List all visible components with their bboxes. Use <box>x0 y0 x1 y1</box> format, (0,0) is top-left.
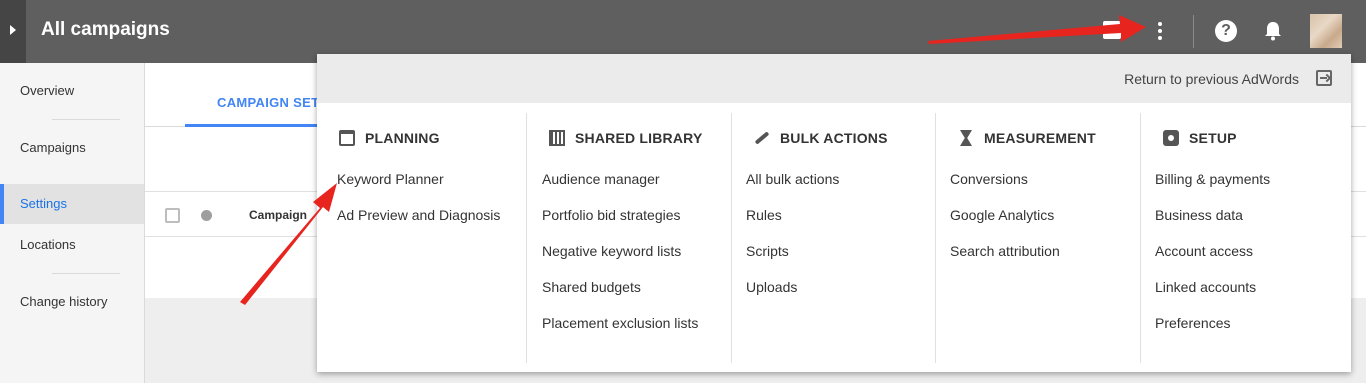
sidebar-item-locations[interactable]: Locations <box>0 225 144 265</box>
menu-item-all-bulk-actions[interactable]: All bulk actions <box>746 167 839 203</box>
menu-column-title: BULK ACTIONS <box>780 130 888 146</box>
menu-item-keyword-planner[interactable]: Keyword Planner <box>337 167 500 203</box>
menu-column-title: SHARED LIBRARY <box>575 130 703 146</box>
menu-column-measurement: MEASUREMENT Conversions Google Analytics… <box>935 113 1140 363</box>
menu-item-google-analytics[interactable]: Google Analytics <box>950 203 1060 239</box>
hourglass-icon <box>960 130 972 146</box>
menu-item-preferences[interactable]: Preferences <box>1155 311 1270 347</box>
return-to-previous-link[interactable]: Return to previous AdWords <box>1124 71 1299 87</box>
menu-item-ad-preview[interactable]: Ad Preview and Diagnosis <box>337 203 500 239</box>
menu-item-linked-accounts[interactable]: Linked accounts <box>1155 275 1270 311</box>
menu-item-negative-keywords[interactable]: Negative keyword lists <box>542 239 698 275</box>
sidebar-item-change-history[interactable]: Change history <box>0 282 144 322</box>
avatar[interactable] <box>1310 14 1342 48</box>
sidebar-item-overview[interactable]: Overview <box>0 71 144 111</box>
status-dot <box>201 210 212 221</box>
sidebar-item-campaigns[interactable]: Campaigns <box>0 128 144 168</box>
menu-column-shared-library: SHARED LIBRARY Audience manager Portfoli… <box>526 113 731 363</box>
header-divider <box>1193 15 1194 48</box>
menu-item-conversions[interactable]: Conversions <box>950 167 1060 203</box>
sidebar-divider <box>52 119 120 120</box>
menu-column-setup: SETUP Billing & payments Business data A… <box>1140 113 1351 363</box>
menu-item-audience-manager[interactable]: Audience manager <box>542 167 698 203</box>
menu-column-planning: PLANNING Keyword Planner Ad Preview and … <box>317 113 526 363</box>
menu-item-placement-exclusion[interactable]: Placement exclusion lists <box>542 311 698 347</box>
menu-header: Return to previous AdWords <box>317 54 1351 103</box>
page-title: All campaigns <box>41 19 170 40</box>
wrench-icon <box>754 131 770 145</box>
library-icon <box>549 130 565 146</box>
expand-icon <box>10 25 16 35</box>
expand-button[interactable] <box>0 0 26 63</box>
menu-item-portfolio-bid[interactable]: Portfolio bid strategies <box>542 203 698 239</box>
column-campaign[interactable]: Campaign <box>249 208 307 222</box>
gear-icon <box>1163 130 1179 146</box>
menu-column-title: MEASUREMENT <box>984 130 1096 146</box>
menu-item-scripts[interactable]: Scripts <box>746 239 839 275</box>
menu-item-search-attribution[interactable]: Search attribution <box>950 239 1060 275</box>
menu-item-shared-budgets[interactable]: Shared budgets <box>542 275 698 311</box>
tab-underline <box>185 124 325 127</box>
menu-item-account-access[interactable]: Account access <box>1155 239 1270 275</box>
tools-menu: Return to previous AdWords PLANNING Keyw… <box>317 54 1351 372</box>
menu-column-title: SETUP <box>1189 130 1237 146</box>
sidebar-divider <box>52 273 120 274</box>
menu-item-billing[interactable]: Billing & payments <box>1155 167 1270 203</box>
select-all-checkbox[interactable] <box>165 208 180 223</box>
sidebar: Overview Campaigns Settings Locations Ch… <box>0 63 145 383</box>
menu-column-bulk-actions: BULK ACTIONS All bulk actions Rules Scri… <box>731 113 935 363</box>
sidebar-item-settings[interactable]: Settings <box>0 184 144 224</box>
menu-column-title: PLANNING <box>365 130 440 146</box>
tab-campaign-settings[interactable]: CAMPAIGN SET <box>217 95 319 110</box>
menu-item-rules[interactable]: Rules <box>746 203 839 239</box>
menu-item-uploads[interactable]: Uploads <box>746 275 839 311</box>
reports-icon[interactable] <box>1103 21 1121 39</box>
more-vert-icon[interactable] <box>1153 18 1167 44</box>
help-icon[interactable]: ? <box>1215 20 1237 42</box>
menu-item-business-data[interactable]: Business data <box>1155 203 1270 239</box>
bell-icon[interactable] <box>1264 21 1282 41</box>
calendar-icon <box>339 130 355 146</box>
exit-icon[interactable] <box>1316 70 1332 86</box>
